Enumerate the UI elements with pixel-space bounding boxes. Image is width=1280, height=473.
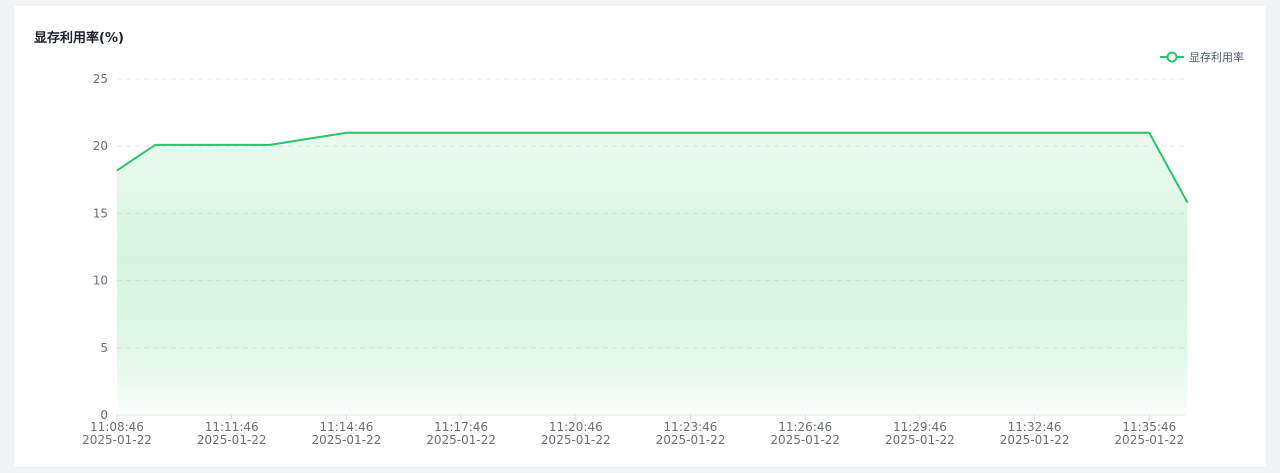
x-axis-ticks: 11:08:462025-01-2211:11:462025-01-2211:1… (82, 415, 1184, 447)
x-tick-date: 2025-01-22 (541, 433, 611, 447)
x-tick-time: 11:32:46 (1008, 420, 1062, 434)
x-tick-date: 2025-01-22 (1114, 433, 1184, 447)
x-tick-date: 2025-01-22 (770, 433, 840, 447)
series-area (117, 132, 1188, 416)
x-tick-time: 11:08:46 (90, 420, 144, 434)
x-tick-time: 11:23:46 (664, 420, 718, 434)
memory-utilization-chart: 0510152025 11:08:462025-01-2211:11:46202… (82, 72, 1189, 447)
x-tick-date: 2025-01-22 (82, 433, 152, 447)
y-tick-label: 15 (93, 206, 108, 220)
x-tick-time: 11:20:46 (549, 420, 603, 434)
x-tick-time: 11:17:46 (434, 420, 488, 434)
x-tick-time: 11:35:46 (1122, 420, 1176, 434)
x-tick-time: 11:11:46 (205, 420, 259, 434)
x-tick-date: 2025-01-22 (197, 433, 267, 447)
x-tick-date: 2025-01-22 (1000, 433, 1070, 447)
y-tick-label: 5 (100, 341, 108, 355)
x-tick-time: 11:26:46 (778, 420, 832, 434)
x-tick-time: 11:29:46 (893, 420, 947, 434)
x-tick-time: 11:14:46 (319, 420, 373, 434)
x-tick-date: 2025-01-22 (885, 433, 955, 447)
y-tick-label: 10 (93, 274, 108, 288)
x-tick-date: 2025-01-22 (426, 433, 496, 447)
y-tick-label: 20 (93, 139, 108, 153)
y-tick-label: 25 (93, 72, 108, 86)
area-fill (117, 132, 1188, 416)
x-tick-date: 2025-01-22 (656, 433, 726, 447)
x-tick-date: 2025-01-22 (312, 433, 382, 447)
y-axis-ticks: 0510152025 (93, 72, 108, 422)
